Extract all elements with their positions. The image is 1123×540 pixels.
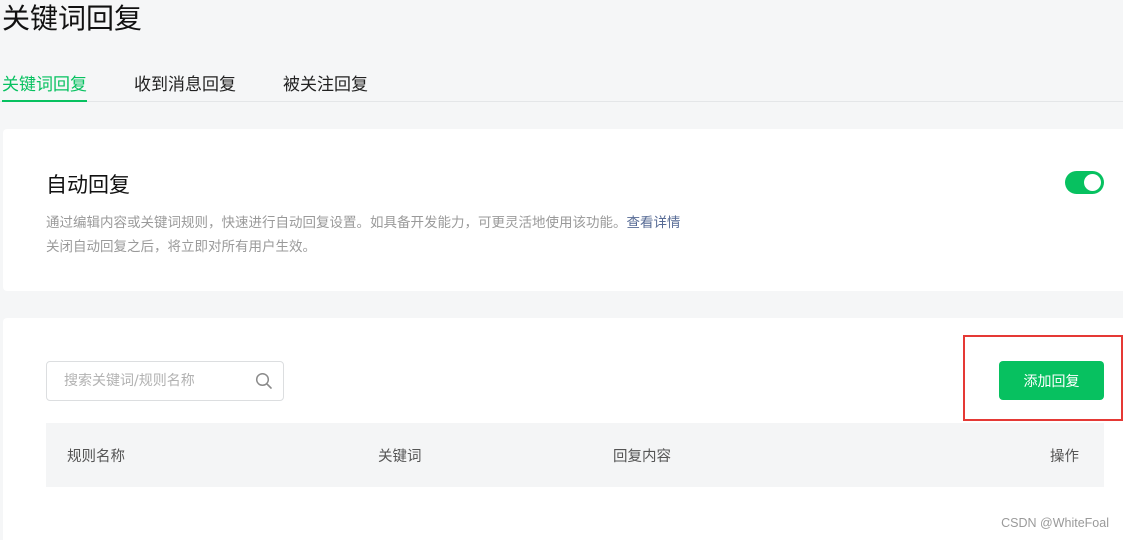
column-header-keyword: 关键词 — [378, 449, 422, 465]
search-icon[interactable] — [255, 372, 273, 390]
auto-reply-desc-line2: 关闭自动回复之后，将立即对所有用户生效。 — [46, 239, 316, 255]
add-reply-button[interactable]: 添加回复 — [999, 361, 1104, 400]
tab-bar: 关键词回复 收到消息回复 被关注回复 — [0, 56, 1123, 102]
column-header-rule-name: 规则名称 — [67, 449, 125, 465]
search-input[interactable] — [47, 362, 247, 400]
auto-reply-desc-text: 通过编辑内容或关键词规则，快速进行自动回复设置。如具备开发能力，可更灵活地使用该… — [46, 215, 627, 231]
toggle-knob — [1084, 174, 1101, 191]
tab-keyword-reply[interactable]: 关键词回复 — [2, 70, 87, 102]
auto-reply-title: 自动回复 — [46, 173, 130, 197]
page-title: 关键词回复 — [2, 2, 143, 35]
table-header: 规则名称 关键词 回复内容 操作 — [46, 423, 1104, 487]
view-details-link[interactable]: 查看详情 — [627, 215, 681, 231]
auto-reply-toggle[interactable] — [1065, 171, 1104, 194]
tab-follow-reply[interactable]: 被关注回复 — [283, 70, 368, 102]
column-header-actions: 操作 — [1050, 449, 1079, 465]
tab-message-reply[interactable]: 收到消息回复 — [134, 70, 236, 102]
auto-reply-description: 通过编辑内容或关键词规则，快速进行自动回复设置。如具备开发能力，可更灵活地使用该… — [46, 211, 681, 259]
column-header-reply-content: 回复内容 — [613, 449, 671, 465]
reply-list-card: 添加回复 规则名称 关键词 回复内容 操作 — [3, 318, 1123, 540]
search-box — [46, 361, 284, 401]
watermark: CSDN @WhiteFoal — [1001, 516, 1109, 530]
auto-reply-desc-line1: 通过编辑内容或关键词规则，快速进行自动回复设置。如具备开发能力，可更灵活地使用该… — [46, 211, 681, 235]
auto-reply-card: 自动回复 通过编辑内容或关键词规则，快速进行自动回复设置。如具备开发能力，可更灵… — [3, 129, 1123, 291]
